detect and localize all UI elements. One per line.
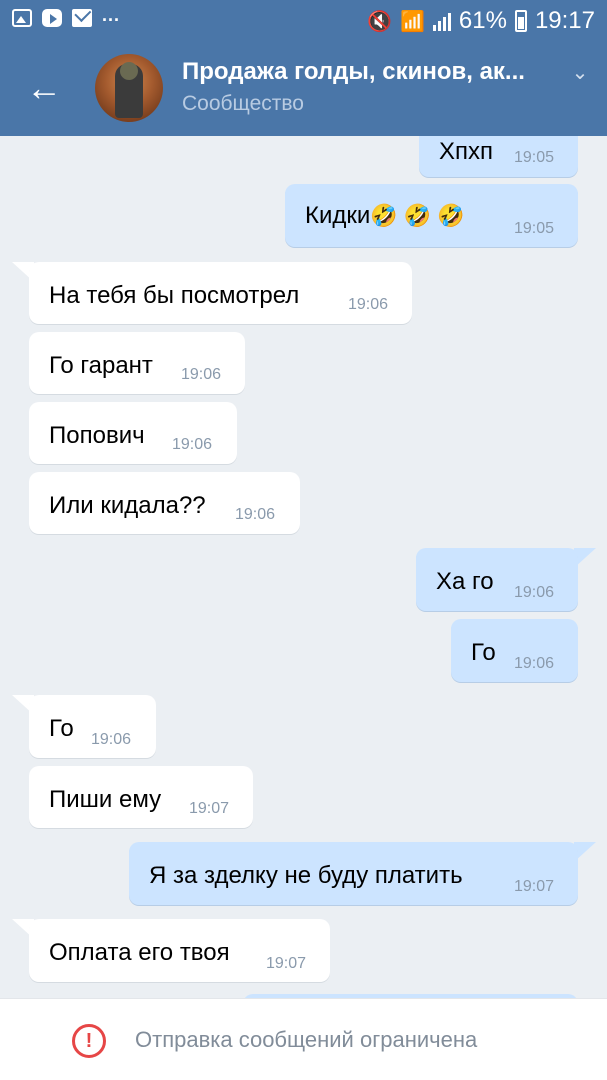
message-bubble[interactable]: Ха го 19:06 [416, 548, 578, 611]
message-bubble[interactable]: На тебя бы посмотрел 19:06 [29, 262, 412, 324]
clock: 19:17 [534, 7, 595, 34]
message-bubble[interactable]: Попович 19:06 [29, 402, 237, 464]
message-time: 19:06 [181, 366, 222, 383]
status-bar: ... 🔇 📶 61% 19:17 [0, 0, 607, 40]
message-text: Хпхп [439, 138, 493, 165]
back-arrow-icon[interactable]: ← [22, 68, 66, 108]
signal-icon [432, 11, 451, 31]
message-time: 19:06 [514, 584, 555, 601]
message-bubble[interactable]: Оплата его твоя 19:07 [29, 919, 330, 982]
input-restricted-bar: ! Отправка сообщений ограничена [0, 998, 607, 1080]
community-avatar[interactable] [95, 54, 163, 122]
message-bubble[interactable]: Го 19:06 [29, 695, 156, 758]
message-bubble[interactable]: Го 19:06 [451, 619, 578, 682]
message-text: Оплата его твоя [49, 939, 230, 966]
mail-icon [72, 9, 92, 27]
message-time: 19:07 [514, 878, 555, 895]
message-time: 19:06 [514, 655, 555, 672]
message-time: 19:05 [514, 149, 555, 166]
message-text: Ха го [436, 568, 494, 595]
message-bubble[interactable]: Я за зделку не буду платить 19:07 [129, 842, 578, 905]
message-time: 19:07 [189, 800, 230, 817]
message-time: 19:06 [91, 731, 132, 748]
message-text: На тебя бы посмотрел [49, 282, 300, 309]
message-bubble[interactable]: Го гарант 19:06 [29, 332, 245, 394]
message-bubble[interactable]: Или кидала?? 19:06 [29, 472, 300, 534]
restricted-notice: Отправка сообщений ограничена [135, 1027, 478, 1052]
message-text: Или кидала?? [49, 492, 206, 519]
message-bubble[interactable]: Хпхп 19:05 [419, 136, 578, 177]
avatar-helmet [120, 62, 138, 80]
message-time: 19:06 [172, 436, 213, 453]
message-text: Кидки🤣 🤣 🤣 [305, 202, 465, 230]
rofl-emoji-icon: 🤣 🤣 🤣 [370, 203, 465, 228]
battery-icon [514, 10, 527, 32]
message-text: Я за зделку не буду платить [149, 862, 463, 889]
message-time: 19:06 [348, 296, 389, 313]
more-notifications: ... [102, 4, 121, 25]
message-text: Го [471, 639, 496, 666]
notification-icons: ... [12, 5, 120, 27]
photo-icon [12, 9, 32, 27]
message-text: Пиши ему [49, 786, 162, 813]
warning-icon: ! [72, 1024, 106, 1058]
message-text: Го гарант [49, 352, 153, 379]
chevron-down-icon[interactable]: ⌄ [566, 60, 594, 88]
message-time: 19:05 [514, 220, 555, 237]
chat-title[interactable]: Продажа голды, скинов, ак... [182, 58, 562, 86]
mute-icon: 🔇 [367, 10, 392, 33]
message-list[interactable]: Хпхп 19:05 Кидки🤣 🤣 🤣 19:05 На тебя бы п… [0, 136, 607, 998]
message-time: 19:07 [266, 955, 307, 972]
message-text: Го [49, 715, 74, 742]
chat-header: ← Продажа голды, скинов, ак... Сообществ… [0, 40, 607, 136]
system-icons: 🔇 📶 61% 19:17 [367, 7, 595, 35]
wifi-icon: 📶 [399, 10, 425, 33]
message-bubble[interactable]: Пиши ему 19:07 [29, 766, 253, 828]
message-text-words: Кидки [305, 202, 371, 229]
battery-percent: 61% [458, 7, 507, 34]
message-bubble[interactable]: Кидки🤣 🤣 🤣 19:05 [285, 184, 578, 247]
message-time: 19:06 [235, 506, 276, 523]
message-text: Попович [49, 422, 145, 449]
chat-subtitle: Сообщество [182, 92, 304, 115]
youtube-icon [42, 9, 62, 27]
